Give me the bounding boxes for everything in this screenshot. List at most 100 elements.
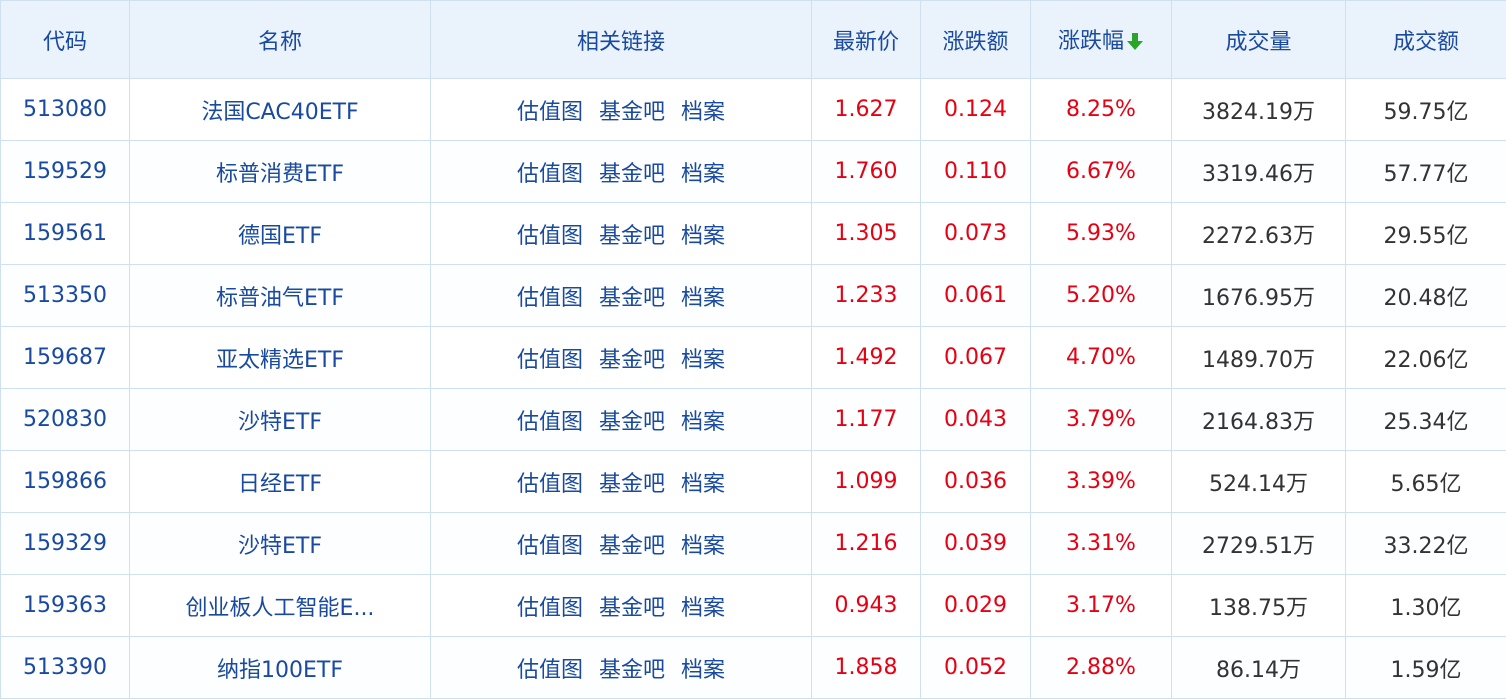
trade-amount: 1.59亿: [1346, 637, 1506, 699]
fund-name-link[interactable]: 亚太精选ETF: [130, 327, 431, 389]
valuation-chart-link[interactable]: 估值图: [517, 410, 583, 435]
valuation-chart-link[interactable]: 估值图: [517, 348, 583, 373]
price-change-pct: 5.20%: [1031, 265, 1172, 327]
fund-name-link[interactable]: 日经ETF: [130, 451, 431, 513]
fund-profile-link[interactable]: 档案: [681, 658, 725, 683]
fund-code-link[interactable]: 513350: [1, 265, 130, 327]
arrow-down-icon[interactable]: [1126, 31, 1144, 57]
fund-name-link[interactable]: 沙特ETF: [130, 389, 431, 451]
fund-code-link[interactable]: 513390: [1, 637, 130, 699]
header-change[interactable]: 涨跌额: [921, 1, 1031, 79]
price-change-pct: 3.79%: [1031, 389, 1172, 451]
fund-profile-link[interactable]: 档案: [681, 472, 725, 497]
price-change: 0.043: [921, 389, 1031, 451]
valuation-chart-link[interactable]: 估值图: [517, 224, 583, 249]
trade-volume: 1489.70万: [1172, 327, 1346, 389]
fund-name-link[interactable]: 标普油气ETF: [130, 265, 431, 327]
header-amount[interactable]: 成交额: [1346, 1, 1506, 79]
fund-code-link[interactable]: 159329: [1, 513, 130, 575]
fund-forum-link[interactable]: 基金吧: [599, 472, 665, 497]
fund-forum-link[interactable]: 基金吧: [599, 596, 665, 621]
fund-profile-link[interactable]: 档案: [681, 100, 725, 125]
related-links-cell: 估值图基金吧档案: [431, 389, 812, 451]
table-row: 513390纳指100ETF估值图基金吧档案1.8580.0522.88%86.…: [1, 637, 1506, 699]
fund-profile-link[interactable]: 档案: [681, 410, 725, 435]
latest-price: 1.760: [812, 141, 921, 203]
fund-name-link[interactable]: 沙特ETF: [130, 513, 431, 575]
trade-amount: 33.22亿: [1346, 513, 1506, 575]
fund-name-link[interactable]: 标普消费ETF: [130, 141, 431, 203]
price-change: 0.067: [921, 327, 1031, 389]
valuation-chart-link[interactable]: 估值图: [517, 286, 583, 311]
trade-amount: 25.34亿: [1346, 389, 1506, 451]
table-row: 159866日经ETF估值图基金吧档案1.0990.0363.39%524.14…: [1, 451, 1506, 513]
trade-amount: 20.48亿: [1346, 265, 1506, 327]
header-name[interactable]: 名称: [130, 1, 431, 79]
valuation-chart-link[interactable]: 估值图: [517, 596, 583, 621]
price-change-pct: 3.39%: [1031, 451, 1172, 513]
fund-name-link[interactable]: 法国CAC40ETF: [130, 79, 431, 141]
fund-code-link[interactable]: 159363: [1, 575, 130, 637]
related-links-cell: 估值图基金吧档案: [431, 203, 812, 265]
fund-profile-link[interactable]: 档案: [681, 224, 725, 249]
trade-volume: 138.75万: [1172, 575, 1346, 637]
price-change: 0.073: [921, 203, 1031, 265]
table-row: 159329沙特ETF估值图基金吧档案1.2160.0393.31%2729.5…: [1, 513, 1506, 575]
related-links-cell: 估值图基金吧档案: [431, 575, 812, 637]
trade-volume: 524.14万: [1172, 451, 1346, 513]
trade-amount: 1.30亿: [1346, 575, 1506, 637]
table-row: 513080法国CAC40ETF估值图基金吧档案1.6270.1248.25%3…: [1, 79, 1506, 141]
valuation-chart-link[interactable]: 估值图: [517, 534, 583, 559]
price-change: 0.052: [921, 637, 1031, 699]
latest-price: 0.943: [812, 575, 921, 637]
fund-profile-link[interactable]: 档案: [681, 348, 725, 373]
header-code[interactable]: 代码: [1, 1, 130, 79]
table-row: 520830沙特ETF估值图基金吧档案1.1770.0433.79%2164.8…: [1, 389, 1506, 451]
header-change-pct[interactable]: 涨跌幅: [1031, 1, 1172, 79]
trade-amount: 57.77亿: [1346, 141, 1506, 203]
fund-forum-link[interactable]: 基金吧: [599, 100, 665, 125]
trade-volume: 2164.83万: [1172, 389, 1346, 451]
trade-volume: 3319.46万: [1172, 141, 1346, 203]
table-row: 513350标普油气ETF估值图基金吧档案1.2330.0615.20%1676…: [1, 265, 1506, 327]
related-links-cell: 估值图基金吧档案: [431, 141, 812, 203]
price-change: 0.036: [921, 451, 1031, 513]
price-change: 0.110: [921, 141, 1031, 203]
fund-name-link[interactable]: 德国ETF: [130, 203, 431, 265]
fund-forum-link[interactable]: 基金吧: [599, 534, 665, 559]
fund-name-link[interactable]: 纳指100ETF: [130, 637, 431, 699]
fund-code-link[interactable]: 159529: [1, 141, 130, 203]
valuation-chart-link[interactable]: 估值图: [517, 100, 583, 125]
related-links-cell: 估值图基金吧档案: [431, 637, 812, 699]
fund-profile-link[interactable]: 档案: [681, 534, 725, 559]
fund-forum-link[interactable]: 基金吧: [599, 658, 665, 683]
fund-forum-link[interactable]: 基金吧: [599, 348, 665, 373]
fund-code-link[interactable]: 159561: [1, 203, 130, 265]
latest-price: 1.216: [812, 513, 921, 575]
fund-profile-link[interactable]: 档案: [681, 596, 725, 621]
fund-profile-link[interactable]: 档案: [681, 162, 725, 187]
valuation-chart-link[interactable]: 估值图: [517, 658, 583, 683]
valuation-chart-link[interactable]: 估值图: [517, 472, 583, 497]
fund-name-link[interactable]: 创业板人工智能E...: [130, 575, 431, 637]
fund-code-link[interactable]: 159687: [1, 327, 130, 389]
valuation-chart-link[interactable]: 估值图: [517, 162, 583, 187]
fund-forum-link[interactable]: 基金吧: [599, 162, 665, 187]
fund-forum-link[interactable]: 基金吧: [599, 286, 665, 311]
header-row: 代码 名称 相关链接 最新价 涨跌额 涨跌幅 成交量 成交额: [1, 1, 1506, 79]
fund-code-link[interactable]: 520830: [1, 389, 130, 451]
header-volume[interactable]: 成交量: [1172, 1, 1346, 79]
price-change-pct: 3.17%: [1031, 575, 1172, 637]
fund-forum-link[interactable]: 基金吧: [599, 224, 665, 249]
fund-code-link[interactable]: 513080: [1, 79, 130, 141]
fund-profile-link[interactable]: 档案: [681, 286, 725, 311]
table-row: 159529标普消费ETF估值图基金吧档案1.7600.1106.67%3319…: [1, 141, 1506, 203]
fund-forum-link[interactable]: 基金吧: [599, 410, 665, 435]
trade-volume: 86.14万: [1172, 637, 1346, 699]
header-price[interactable]: 最新价: [812, 1, 921, 79]
trade-amount: 29.55亿: [1346, 203, 1506, 265]
fund-code-link[interactable]: 159866: [1, 451, 130, 513]
trade-volume: 2729.51万: [1172, 513, 1346, 575]
trade-amount: 59.75亿: [1346, 79, 1506, 141]
price-change: 0.061: [921, 265, 1031, 327]
